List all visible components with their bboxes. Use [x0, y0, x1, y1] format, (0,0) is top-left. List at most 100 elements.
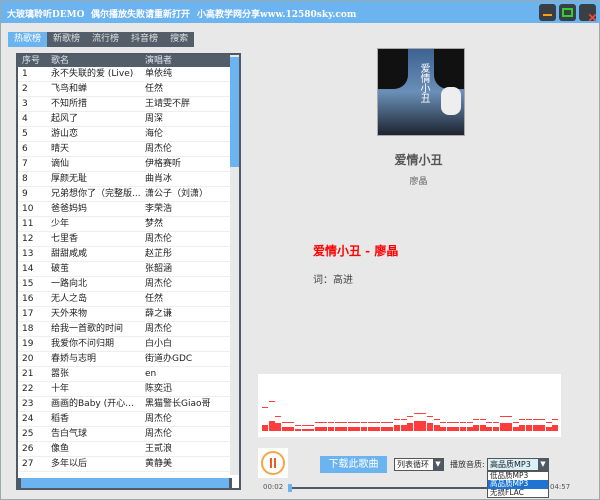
maximize-icon	[562, 8, 573, 17]
row-artist: 黑猫警长Giao哥	[145, 399, 211, 409]
table-row[interactable]: 7 谪仙 伊格赛听	[18, 157, 239, 172]
tab-2[interactable]: 流行榜	[86, 32, 125, 47]
spectrum-peak	[268, 401, 275, 402]
song-title: 爱情小丑	[394, 153, 443, 167]
table-row[interactable]: 18 给我一首歌的时间 周杰伦	[18, 322, 239, 337]
row-artist: 周杰伦	[145, 414, 173, 424]
album-art: 爱情小丑	[377, 48, 465, 136]
list-header: 序号 歌名 演唱者	[18, 55, 239, 67]
minimize-button[interactable]	[539, 4, 556, 21]
table-row[interactable]: 17 天外来物 薛之谦	[18, 307, 239, 322]
table-row[interactable]: 23 画画的Baby (开心真... 黑猫警长Giao哥	[18, 397, 239, 412]
spectrum-peak	[427, 416, 433, 417]
row-artist: 周杰伦	[145, 144, 173, 154]
spectrum-bar	[354, 427, 361, 431]
table-row[interactable]: 19 我爱你不问归期 白小白	[18, 337, 239, 352]
row-song: 无人之岛	[51, 294, 88, 304]
table-row[interactable]: 22 十年 陈奕迅	[18, 382, 239, 397]
pause-button[interactable]	[258, 448, 288, 478]
row-index: 4	[22, 114, 28, 124]
table-row[interactable]: 25 告白气球 周杰伦	[18, 427, 239, 442]
row-index: 18	[22, 324, 34, 334]
table-row[interactable]: 1 永不失联的爱 (Live) 单依纯	[18, 67, 239, 82]
tab-4[interactable]: 搜索	[164, 32, 194, 47]
scroll-thumb[interactable]	[230, 57, 239, 167]
vertical-scrollbar[interactable]	[230, 55, 239, 475]
spectrum-bar	[526, 425, 532, 431]
spectrum-bar	[552, 425, 559, 431]
table-row[interactable]: 15 一路向北 周杰伦	[18, 277, 239, 292]
maximize-button[interactable]	[559, 4, 576, 21]
spectrum-peak	[321, 422, 328, 423]
row-index: 25	[22, 429, 34, 439]
table-row[interactable]: 13 甜甜咸咸 赵芷彤	[18, 247, 239, 262]
quality-option[interactable]: 无损FLAC	[488, 488, 548, 497]
spectrum-peak	[486, 422, 493, 423]
row-song: 谪仙	[51, 159, 70, 169]
header-artist[interactable]: 演唱者	[142, 55, 230, 67]
chevron-down-icon: ▼	[433, 459, 443, 470]
quality-value: 高品质MP3	[490, 460, 531, 469]
spectrum-peak	[341, 422, 348, 423]
row-index: 14	[22, 264, 34, 274]
table-row[interactable]: 5 游山恋 海伦	[18, 127, 239, 142]
quality-select[interactable]: 高品质MP3 ▼	[487, 458, 549, 471]
spectrum-peak	[466, 422, 473, 423]
table-row[interactable]: 6 晴天 周杰伦	[18, 142, 239, 157]
table-row[interactable]: 2 飞鸟和蝉 任然	[18, 82, 239, 97]
tab-0[interactable]: 热歌榜	[8, 32, 48, 47]
spectrum-peak	[394, 419, 400, 420]
table-row[interactable]: 3 不知所措 王靖雯不胖	[18, 97, 239, 112]
table-row[interactable]: 14 破茧 张韶涵	[18, 262, 239, 277]
table-row[interactable]: 20 春娇与志明 街道办GDC	[18, 352, 239, 367]
spectrum-bar	[453, 427, 460, 431]
spectrum-peak	[387, 422, 394, 423]
download-button[interactable]: 下载此歌曲	[320, 456, 387, 473]
row-song: 春娇与志明	[51, 354, 97, 364]
tab-3[interactable]: 抖音榜	[125, 32, 164, 47]
table-row[interactable]: 21 嚣张 en	[18, 367, 239, 382]
progress-handle[interactable]	[288, 484, 292, 492]
pause-icon	[261, 451, 285, 475]
table-row[interactable]: 10 爸爸妈妈 李荣浩	[18, 202, 239, 217]
table-row[interactable]: 12 七里香 周杰伦	[18, 232, 239, 247]
spectrum-bar	[407, 423, 414, 431]
spectrum-bar	[446, 427, 453, 431]
row-artist: 潇公子（刘潇）	[145, 189, 209, 199]
tab-1[interactable]: 新歌榜	[47, 32, 86, 47]
table-row[interactable]: 11 少年 梦然	[18, 217, 239, 232]
spectrum-bar	[466, 427, 473, 431]
share-text: 小高教学网分享www.12580sky.com	[197, 10, 357, 20]
loop-mode-value: 列表循环	[397, 460, 429, 469]
spectrum-bar	[400, 425, 407, 431]
table-row[interactable]: 26 像鱼 王贰浪	[18, 442, 239, 457]
row-index: 21	[22, 369, 34, 379]
spectrum-peak	[361, 422, 367, 423]
horizontal-scrollbar[interactable]	[18, 478, 232, 488]
spectrum-bar	[281, 427, 288, 431]
spectrum-peak	[354, 422, 361, 423]
close-button[interactable]: ✕	[579, 4, 598, 25]
row-artist: 白小白	[145, 339, 173, 349]
row-song: 告白气球	[51, 429, 88, 439]
row-artist: 薛之谦	[145, 309, 173, 319]
row-index: 13	[22, 249, 34, 259]
spectrum-peak	[552, 419, 559, 420]
loop-mode-select[interactable]: 列表循环 ▼	[394, 458, 444, 471]
row-artist: 黄静美	[145, 459, 173, 469]
header-song[interactable]: 歌名	[48, 55, 142, 67]
table-row[interactable]: 8 厚颜无耻 曲肖冰	[18, 172, 239, 187]
spectrum-peak	[400, 419, 407, 420]
table-row[interactable]: 24 稻香 周杰伦	[18, 412, 239, 427]
spectrum-bar	[486, 427, 493, 431]
table-row[interactable]: 27 多年以后 黄静美	[18, 457, 239, 472]
header-index[interactable]: 序号	[18, 55, 48, 67]
table-row[interactable]: 16 无人之岛 任然	[18, 292, 239, 307]
spectrum-peak	[493, 422, 499, 423]
row-artist: 王贰浪	[145, 444, 173, 454]
progress-bar[interactable]	[290, 487, 488, 489]
table-row[interactable]: 4 起风了 周深	[18, 112, 239, 127]
table-row[interactable]: 9 兄弟想你了（完整版... 潇公子（刘潇）	[18, 187, 239, 202]
spectrum-peak	[275, 416, 282, 417]
row-index: 1	[22, 69, 28, 79]
